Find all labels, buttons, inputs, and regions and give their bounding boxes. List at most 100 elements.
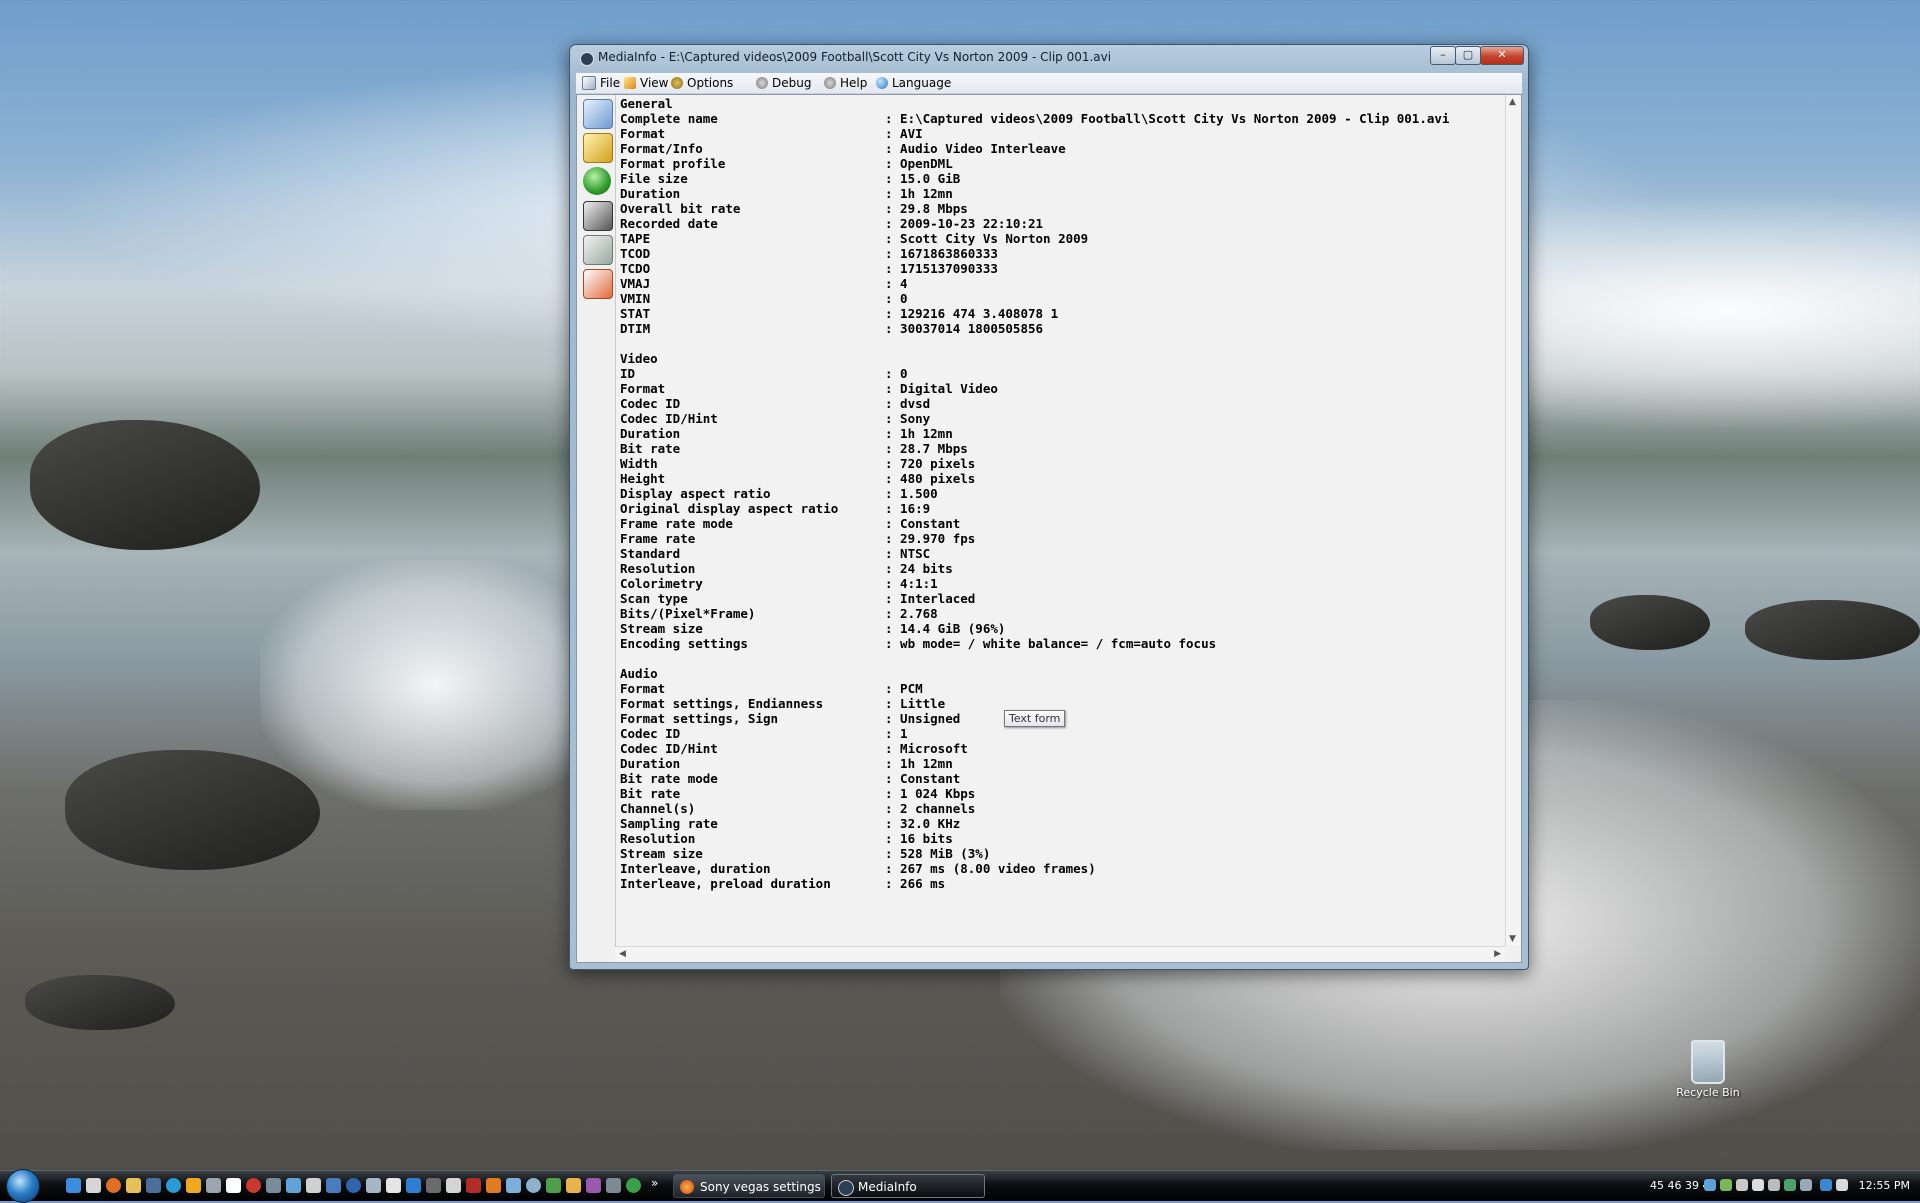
clock[interactable]: 12:55 PM <box>1859 1179 1910 1192</box>
recycle-bin[interactable]: Recycle Bin <box>1672 1040 1744 1099</box>
volume-icon[interactable] <box>1836 1179 1848 1191</box>
report-field-name: Stream size <box>620 621 703 636</box>
network-icon[interactable] <box>1820 1179 1832 1191</box>
media-icon[interactable] <box>186 1178 201 1193</box>
app-icon-10[interactable] <box>246 1178 261 1193</box>
menu-view[interactable]: View <box>624 75 668 91</box>
export-icon[interactable] <box>583 201 613 231</box>
tray-icon-2[interactable] <box>1720 1179 1732 1191</box>
app-icon-15[interactable] <box>346 1178 361 1193</box>
horizontal-scrollbar[interactable]: ◀ ▶ <box>615 946 1505 962</box>
app-icon-24[interactable] <box>526 1178 541 1193</box>
report-field-value: : Sony <box>885 411 931 426</box>
scroll-right-arrow-icon[interactable]: ▶ <box>1494 949 1501 959</box>
app-icon-21[interactable] <box>466 1178 481 1193</box>
app-icon-12[interactable] <box>286 1178 301 1193</box>
tray-icon-5[interactable] <box>1768 1179 1780 1191</box>
app-icon-26[interactable] <box>566 1178 581 1193</box>
recycle-bin-label: Recycle Bin <box>1676 1086 1740 1099</box>
open-file-icon[interactable] <box>583 99 613 129</box>
menu-options[interactable]: Options <box>671 75 733 91</box>
app-icon-28[interactable] <box>606 1178 621 1193</box>
mediainfo-window: MediaInfo - E:\Captured videos\2009 Foot… <box>569 44 1529 970</box>
minimize-button[interactable]: – <box>1430 46 1456 65</box>
app-icon-5[interactable] <box>146 1178 161 1193</box>
report-field-name: Codec ID <box>620 726 681 741</box>
options-icon[interactable] <box>583 235 613 265</box>
tray-icon-6[interactable] <box>1784 1179 1796 1191</box>
task-mediainfo[interactable]: MediaInfo <box>831 1174 985 1198</box>
go-icon[interactable] <box>583 167 611 195</box>
app-icon-22[interactable] <box>486 1178 501 1193</box>
app-icon-6[interactable] <box>166 1178 181 1193</box>
about-icon[interactable] <box>583 269 613 299</box>
app-icon-20[interactable] <box>446 1178 461 1193</box>
report-field-name: TCDO <box>620 261 651 276</box>
scroll-down-arrow-icon[interactable]: ▼ <box>1509 934 1516 944</box>
report-field-name: Format/Info <box>620 141 703 156</box>
app-icon-11[interactable] <box>266 1178 281 1193</box>
vertical-scrollbar[interactable]: ▲ ▼ <box>1505 95 1521 946</box>
menu-file[interactable]: File <box>582 75 620 91</box>
menu-language[interactable]: Language <box>876 75 951 91</box>
tool-sidebar <box>577 95 613 962</box>
app-icon-29[interactable] <box>626 1178 641 1193</box>
report-field-value: : OpenDML <box>885 156 953 171</box>
app-icon-19[interactable] <box>426 1178 441 1193</box>
report-field-name: Bit rate mode <box>620 771 718 786</box>
app-icon-17[interactable] <box>386 1178 401 1193</box>
window-title: MediaInfo - E:\Captured videos\2009 Foot… <box>598 50 1112 64</box>
report-field-name: Stream size <box>620 846 703 861</box>
close-button[interactable]: ✕ <box>1480 46 1524 65</box>
report-field-name: Scan type <box>620 591 688 606</box>
menu-help-label: Help <box>840 76 868 90</box>
app-icon-13[interactable] <box>306 1178 321 1193</box>
menu-debug[interactable]: Debug <box>756 75 811 91</box>
report-field-value: : NTSC <box>885 546 931 561</box>
app-icon-14[interactable] <box>326 1178 341 1193</box>
app-icon-25[interactable] <box>546 1178 561 1193</box>
tray-icon-3[interactable] <box>1736 1179 1748 1191</box>
menu-help[interactable]: Help <box>824 75 867 91</box>
report-field-value: : 28.7 Mbps <box>885 441 968 456</box>
report-field-value: : 2009-10-23 22:10:21 <box>885 216 1044 231</box>
maximize-button[interactable]: ▢ <box>1455 46 1481 65</box>
mediainfo-task-icon <box>838 1180 854 1196</box>
app-icon-27[interactable] <box>586 1178 601 1193</box>
title-bar[interactable]: MediaInfo - E:\Captured videos\2009 Foot… <box>570 45 1528 71</box>
tooltip: Text form <box>1004 710 1066 727</box>
report-field-name: Video <box>620 351 658 366</box>
report-field-name: Colorimetry <box>620 576 703 591</box>
ie-icon[interactable] <box>66 1178 81 1193</box>
start-orb-icon[interactable] <box>6 1169 40 1203</box>
report-field-name: TCOD <box>620 246 651 261</box>
tray-icon-1[interactable] <box>1704 1179 1716 1191</box>
app-icon-8[interactable] <box>206 1178 221 1193</box>
open-folder-icon[interactable] <box>583 133 613 163</box>
report-field-value: : 24 bits <box>885 561 953 576</box>
report-field-value: : 2.768 <box>885 606 938 621</box>
app-icon-16[interactable] <box>366 1178 381 1193</box>
scroll-left-arrow-icon[interactable]: ◀ <box>619 949 626 959</box>
app-icon-2[interactable] <box>86 1178 101 1193</box>
tray-icon-7[interactable] <box>1800 1179 1812 1191</box>
report-field-value: : 0 <box>885 366 908 381</box>
tray-icon-4[interactable] <box>1752 1179 1764 1191</box>
firefox-icon[interactable] <box>106 1178 121 1193</box>
report-field-name: Sampling rate <box>620 816 718 831</box>
app-icon-18[interactable] <box>406 1178 421 1193</box>
report-field-value: : 1h 12mn <box>885 756 953 771</box>
report-field-name: Complete name <box>620 111 718 126</box>
scroll-up-arrow-icon[interactable]: ▲ <box>1509 97 1516 107</box>
quicklaunch-overflow-icon[interactable]: » <box>651 1176 658 1190</box>
report-field-name: Bit rate <box>620 786 681 801</box>
task-sony-vegas[interactable]: Sony vegas settings ... <box>673 1174 825 1198</box>
report-field-value: : 266 ms <box>885 876 946 891</box>
report-field-value: : 0 <box>885 291 908 306</box>
report-text-view[interactable]: General Complete name: E:\Captured videos… <box>615 95 1505 946</box>
app-icon-9[interactable] <box>226 1178 241 1193</box>
report-field-value: : Constant <box>885 771 961 786</box>
report-field-value: : 15.0 GiB <box>885 171 961 186</box>
mail-icon[interactable] <box>126 1178 141 1193</box>
app-icon-23[interactable] <box>506 1178 521 1193</box>
